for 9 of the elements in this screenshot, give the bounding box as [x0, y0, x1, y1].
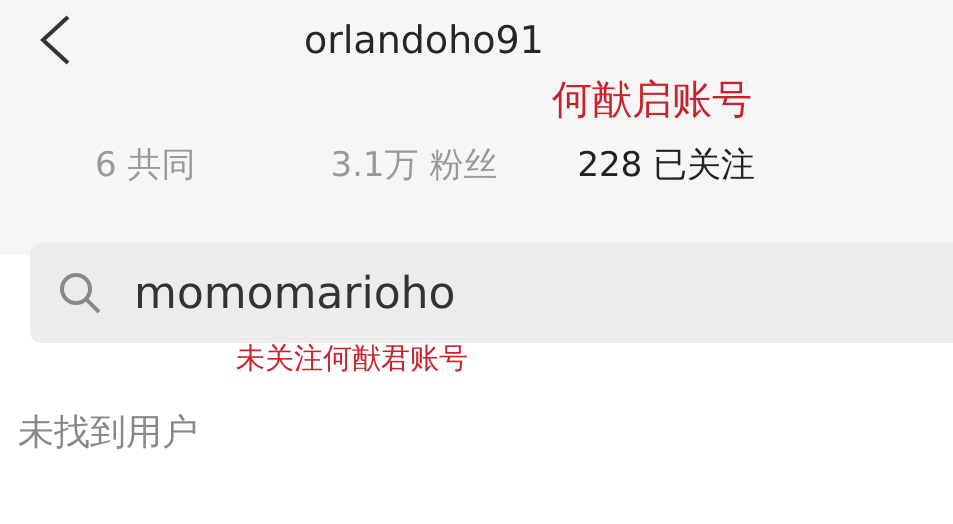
annotation-text: 何猷启账号 — [552, 80, 752, 120]
profile-stat[interactable]: 228 已关注 — [577, 140, 756, 191]
search-icon — [58, 271, 102, 315]
profile-username: orlandoho91 — [304, 16, 544, 64]
search-field[interactable]: momomarioho — [30, 243, 953, 343]
back-icon — [38, 14, 72, 66]
no-results-text: 未找到用户 — [18, 410, 198, 455]
back-button[interactable] — [38, 14, 72, 66]
annotation-text: 未关注何猷君账号 — [236, 341, 468, 376]
